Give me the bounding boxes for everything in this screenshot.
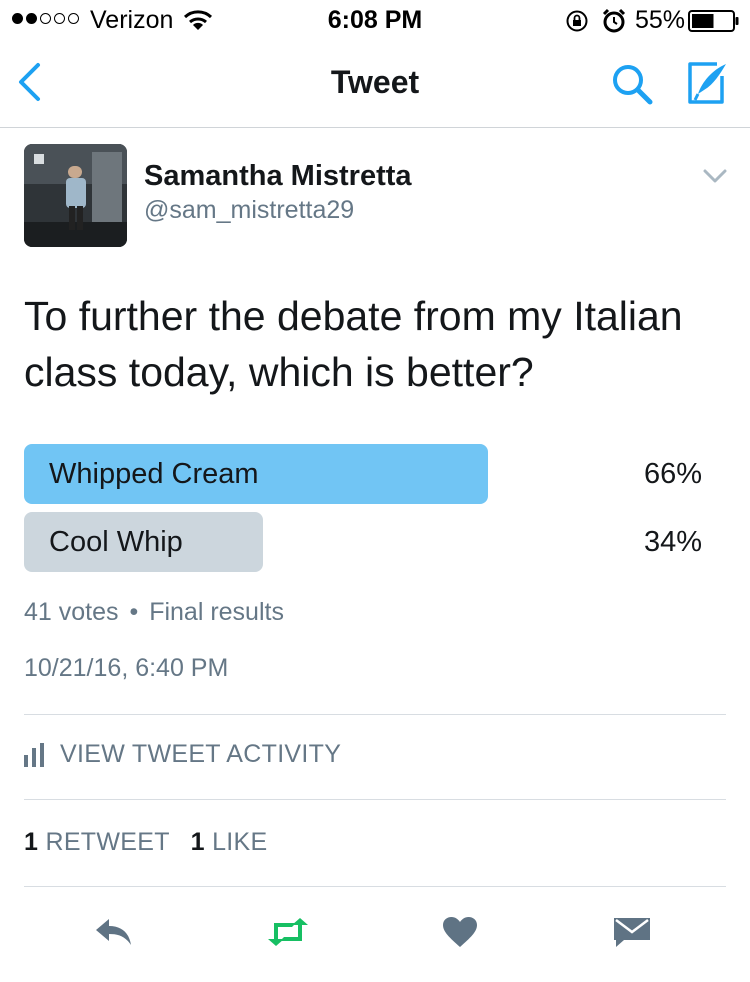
poll-option-2-label: Cool Whip — [49, 526, 183, 558]
like-count: 1 — [190, 828, 205, 856]
retweet-stat-label: RETWEET — [45, 828, 170, 856]
author-handle[interactable]: @sam_mistretta29 — [144, 196, 354, 225]
avatar-photo — [24, 144, 127, 247]
poll-option-1-percent: 66% — [643, 458, 702, 490]
reply-icon — [96, 919, 131, 945]
retweet-stat[interactable]: 1 RETWEET — [24, 828, 169, 856]
envelope-icon — [614, 918, 650, 947]
bar-chart-icon — [24, 742, 44, 767]
direct-message-button[interactable] — [612, 912, 652, 952]
poll-option-2: Cool Whip 34% — [24, 512, 726, 572]
search-icon — [613, 65, 653, 105]
poll-votes: 41 votes — [24, 598, 119, 626]
chevron-down-icon[interactable] — [703, 168, 727, 184]
nav-divider — [0, 127, 750, 128]
poll-status: Final results — [149, 598, 284, 626]
retweet-icon — [268, 918, 308, 946]
poll-option-2-percent: 34% — [643, 526, 702, 558]
battery-icon — [688, 10, 739, 32]
poll-option-1-label: Whipped Cream — [49, 458, 259, 490]
poll-separator: • — [129, 598, 139, 626]
alarm-icon — [602, 8, 626, 33]
heart-icon — [443, 917, 477, 947]
reply-button[interactable] — [94, 912, 134, 952]
compose-tweet-button[interactable] — [684, 60, 730, 106]
author-name[interactable]: Samantha Mistretta — [144, 160, 412, 193]
divider — [24, 886, 726, 887]
poll-option-1: Whipped Cream 66% — [24, 444, 726, 504]
like-button[interactable] — [440, 912, 480, 952]
rotation-lock-icon — [566, 10, 588, 32]
divider — [24, 714, 726, 715]
view-tweet-activity-link[interactable]: VIEW TWEET ACTIVITY — [24, 740, 341, 769]
avatar[interactable] — [24, 144, 127, 247]
battery-percent: 55% — [635, 6, 686, 34]
retweet-count: 1 — [24, 828, 39, 856]
engagement-counts: 1 RETWEET 1 LIKE — [24, 828, 267, 857]
retweet-button[interactable] — [265, 912, 311, 952]
like-stat[interactable]: 1 LIKE — [191, 828, 268, 856]
compose-icon — [688, 62, 726, 104]
view-tweet-activity-label: VIEW TWEET ACTIVITY — [60, 740, 342, 768]
poll-summary: 41 votes • Final results — [24, 598, 284, 627]
search-button[interactable] — [610, 62, 654, 106]
status-bar: Verizon 6:08 PM 55% — [0, 0, 750, 40]
divider — [24, 799, 726, 800]
tweet-text: To further the debate from my Italian cl… — [24, 293, 683, 395]
like-stat-label: LIKE — [212, 828, 268, 856]
tweet-timestamp: 10/21/16, 6:40 PM — [24, 654, 229, 682]
